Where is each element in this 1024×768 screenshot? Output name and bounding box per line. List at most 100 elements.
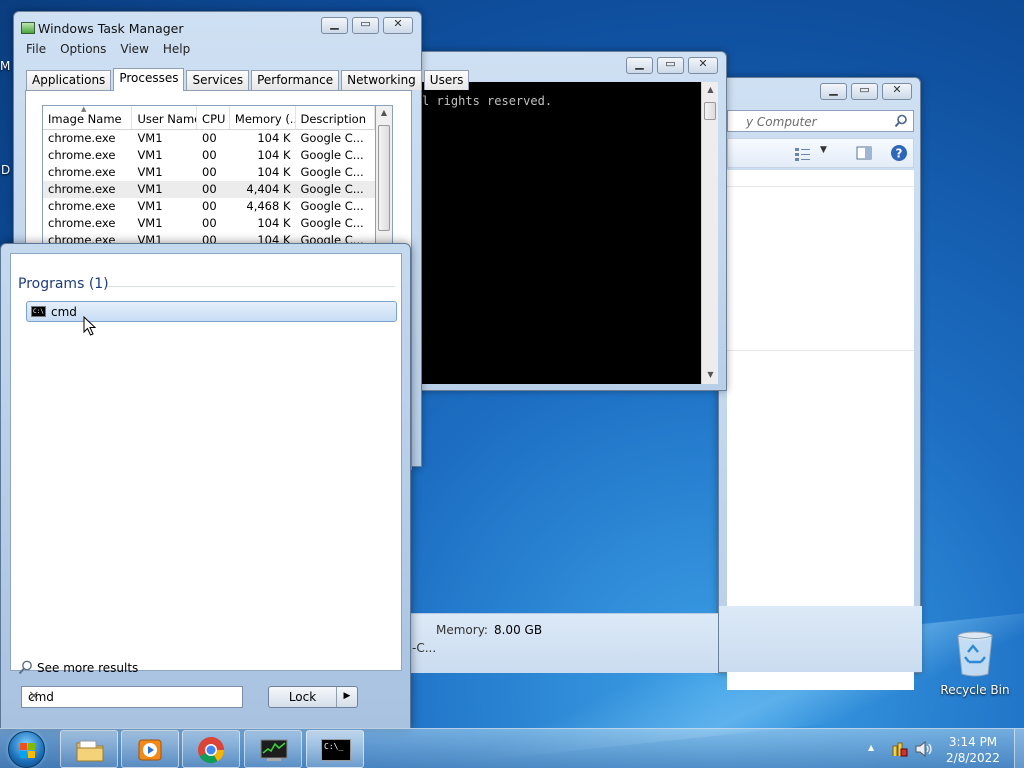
cell-desc: Google C... [300,182,364,196]
start-button[interactable] [8,731,45,768]
recycle-bin[interactable]: Recycle Bin [936,628,1014,702]
results-group-title[interactable]: Programs (1) [18,276,109,292]
show-desktop-button[interactable] [1014,729,1024,768]
minimize-button[interactable]: ▁ [321,17,348,34]
volume-icon[interactable] [914,740,932,758]
chrome-icon [198,737,225,764]
menu-file[interactable]: File [26,42,46,62]
cell-image: chrome.exe [48,148,116,162]
windows-logo-icon [20,743,35,758]
cell-cpu: 00 [202,182,217,196]
menu-view[interactable]: View [120,42,148,62]
result-label: cmd [51,305,77,319]
cell-desc: Google C... [300,199,364,213]
clear-search-icon[interactable]: × [28,688,236,704]
scroll-down-icon[interactable]: ▼ [702,370,719,379]
cell-cpu: 00 [202,199,217,213]
tab-users[interactable]: Users [423,70,470,90]
cell-desc: Google C... [300,165,364,179]
tab-performance[interactable]: Performance [251,70,340,90]
cpu-fragment: -C... [412,641,437,655]
cell-image: chrome.exe [48,182,116,196]
scroll-up-icon[interactable]: ▲ [702,85,719,94]
table-row[interactable]: chrome.exe VM1 00 104 K Google C... [43,215,375,232]
cell-memory: 4,404 K [246,182,291,196]
search-icon[interactable] [894,114,908,128]
cell-user: VM1 [137,131,163,145]
start-menu[interactable]: Programs (1) C:\ cmd See more results cm… [0,243,411,729]
column-description[interactable]: Description [296,106,375,129]
console-scrollbar[interactable]: ▲ ▼ [701,82,718,384]
preview-pane-icon[interactable] [856,145,872,161]
task-manager-icon [21,22,35,34]
process-rows: chrome.exe VM1 00 104 K Google C... chrome.ex… [43,130,375,249]
task-manager-titlebar[interactable]: Windows Task Manager ▁ ▭ ✕ [14,12,421,42]
shutdown-options-arrow-icon[interactable]: ▶ [336,687,357,707]
close-button[interactable]: ✕ [383,17,413,34]
taskbar-command-prompt[interactable]: C:\_ [306,730,364,768]
explorer-titlebar[interactable]: ▁ ▭ ✕ [719,78,920,108]
scroll-up-icon[interactable]: ▲ [376,108,392,117]
table-row[interactable]: chrome.exe VM1 00 104 K Google C... [43,147,375,164]
maximize-button[interactable]: ▭ [352,17,379,34]
action-center-icon[interactable] [890,740,908,758]
start-search-input[interactable]: cmd × [21,686,243,708]
cell-user: VM1 [137,148,163,162]
table-row[interactable]: chrome.exe VM1 00 4,468 K Google C... [43,198,375,215]
scroll-thumb[interactable] [704,102,716,120]
explorer-search-box[interactable]: y Computer [727,110,914,132]
cell-user: VM1 [137,165,163,179]
table-row[interactable]: chrome.exe VM1 00 104 K Google C... [43,130,375,147]
cell-user: VM1 [137,216,163,230]
scroll-thumb[interactable] [378,125,390,231]
clock-date: 2/8/2022 [946,751,1000,765]
minimize-icon: ▁ [330,17,339,30]
maximize-icon: ▭ [859,83,870,96]
taskbar-windows-explorer[interactable] [60,730,118,768]
cell-memory: 104 K [257,131,291,145]
tab-services[interactable]: Services [186,70,250,90]
help-icon[interactable]: ? [890,144,908,162]
column-memory[interactable]: Memory (... [230,106,296,129]
column-cpu[interactable]: CPU [197,106,230,129]
column-user-name[interactable]: User Name [132,106,198,129]
tab-networking[interactable]: Networking [341,70,422,90]
taskbar-media-player[interactable] [121,730,179,768]
task-manager-icon [260,739,288,761]
maximize-button[interactable]: ▭ [657,57,684,74]
menu-help[interactable]: Help [163,42,190,62]
explorer-window[interactable]: ▁ ▭ ✕ y Computer ▼ ? [718,77,922,690]
cell-cpu: 00 [202,131,217,145]
console-area[interactable]: l rights reserved. [422,82,701,384]
tab-processes[interactable]: Processes [113,68,185,91]
cell-image: chrome.exe [48,199,116,213]
maximize-button[interactable]: ▭ [851,83,878,100]
menu-options[interactable]: Options [60,42,106,62]
chevron-down-icon[interactable]: ▼ [820,145,827,155]
change-view-icon[interactable] [794,146,812,162]
console-text: l rights reserved. [422,94,553,108]
close-button[interactable]: ✕ [882,83,912,100]
show-hidden-icons-icon[interactable]: ▲ [868,743,874,752]
system-clock[interactable]: 3:14 PM 2/8/2022 [938,734,1008,766]
command-prompt-icon: C:\ [31,306,46,317]
column-image-name[interactable]: ▲ Image Name [43,106,133,129]
minimize-button[interactable]: ▁ [820,83,847,100]
result-cmd[interactable]: C:\ cmd [26,301,397,322]
cell-user: VM1 [137,199,163,213]
see-more-label: See more results [37,661,139,675]
minimize-button[interactable]: ▁ [626,57,653,74]
folder-icon [76,740,104,762]
taskbar-task-manager[interactable] [244,730,302,768]
taskbar-chrome[interactable] [182,730,240,768]
explorer-details-pane [719,606,922,672]
table-row[interactable]: chrome.exe VM1 00 4,404 K Google C... [43,181,375,198]
tab-applications[interactable]: Applications [26,70,112,90]
taskbar: C:\_ ▲ 3:14 PM 2/8/2022 [0,728,1024,768]
lock-button[interactable]: Lock ▶ [268,686,358,708]
command-prompt-window[interactable]: ▁ ▭ ✕ l rights reserved. ▲ ▼ [414,51,727,391]
table-row[interactable]: chrome.exe VM1 00 104 K Google C... [43,164,375,181]
desktop-edge-label: M [0,59,11,73]
close-button[interactable]: ✕ [688,57,718,74]
cell-memory: 104 K [257,165,291,179]
